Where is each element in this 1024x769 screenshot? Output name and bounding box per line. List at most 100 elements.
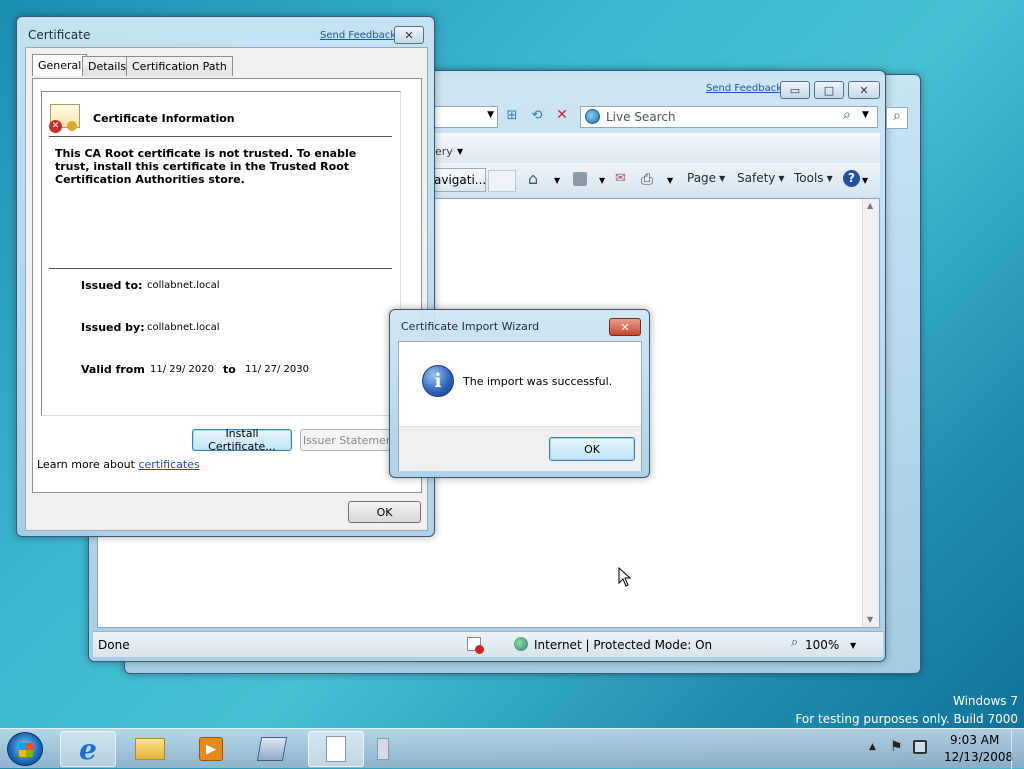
print-dropdown-icon[interactable]: ▼	[667, 176, 673, 185]
start-button[interactable]	[7, 732, 43, 766]
outer-search-icon[interactable]: ⌕	[886, 107, 908, 129]
status-bar: Done Internet | Protected Mode: On ⌕ 100…	[93, 631, 883, 657]
certificate-dialog: Certificate Send Feedback ✕ General Deta…	[16, 16, 435, 537]
cert-dialog-body: General Details Certification Path ✕ Cer…	[25, 47, 428, 531]
search-icon[interactable]: ⌕	[843, 107, 851, 123]
issued-by-label: Issued by:	[81, 321, 145, 334]
install-certificate-button[interactable]: Install Certificate...	[192, 427, 292, 453]
general-tab-panel: ✕ Certificate Information This CA Root c…	[32, 78, 422, 493]
maximize-button[interactable]: □	[814, 81, 844, 99]
status-text: Done	[98, 638, 130, 652]
certificate-dialog-title: Certificate	[28, 28, 91, 42]
taskbar-document[interactable]	[308, 731, 364, 767]
wizard-ok-button[interactable]: OK	[549, 437, 635, 461]
zoom-level[interactable]: 100%	[805, 638, 839, 652]
taskbar-windows-explorer[interactable]	[122, 731, 178, 767]
safety-menu[interactable]: Safety ▼	[737, 171, 785, 185]
tools-menu[interactable]: Tools ▼	[794, 171, 833, 185]
issuer-statement-button[interactable]: Issuer Statement	[300, 429, 400, 451]
favorites-bar	[434, 133, 880, 163]
import-success-message: The import was successful.	[463, 375, 613, 388]
media-player-icon: ▶	[199, 737, 223, 761]
browser-tab-label: avigati...	[434, 173, 487, 187]
taskbar-internet-explorer[interactable]: e	[60, 731, 116, 767]
watermark-line2: For testing purposes only. Build 7000	[795, 712, 1018, 726]
feeds-dropdown-icon[interactable]: ▼	[599, 176, 605, 185]
import-wizard-dialog: Certificate Import Wizard ✕ i The import…	[389, 309, 650, 478]
info-divider-top	[49, 136, 392, 137]
folder-icon	[135, 738, 165, 760]
valid-to-value: 11/ 27/ 2030	[245, 364, 309, 375]
gallery-dropdown-icon[interactable]: ▼	[457, 147, 463, 156]
tab-details[interactable]: Details	[82, 56, 133, 76]
internet-zone-icon	[514, 637, 528, 651]
taskbar-blank[interactable]	[369, 731, 397, 767]
feeds-icon[interactable]	[573, 172, 587, 186]
scroll-down-icon[interactable]: ▼	[867, 615, 873, 624]
home-dropdown-icon[interactable]: ▼	[554, 176, 560, 185]
network-icon[interactable]	[913, 740, 927, 754]
valid-from-value: 11/ 29/ 2020	[150, 364, 214, 375]
windows-logo-icon	[19, 743, 33, 757]
blocked-content-icon[interactable]	[467, 637, 484, 654]
browser-tab[interactable]: avigati...	[434, 168, 486, 192]
zoom-icon[interactable]: ⌕	[791, 635, 798, 650]
minimize-button[interactable]: ▭	[780, 81, 810, 99]
clock-time[interactable]: 9:03 AM	[950, 733, 999, 747]
cert-send-feedback-link[interactable]: Send Feedback	[320, 30, 396, 41]
clock-date[interactable]: 12/13/2008	[944, 750, 1013, 764]
action-center-flag-icon[interactable]: ⚑	[890, 739, 903, 755]
mail-icon[interactable]: ✉	[615, 171, 626, 186]
issued-to-label: Issued to:	[81, 279, 143, 292]
stop-icon[interactable]: ✕	[552, 107, 572, 125]
wizard-body: i The import was successful. OK	[398, 341, 642, 471]
security-zone-label[interactable]: Internet | Protected Mode: On	[534, 638, 712, 652]
address-dropdown-icon[interactable]: ▼	[487, 110, 494, 120]
certificates-link[interactable]: certificates	[138, 458, 199, 471]
gallery-partial-label[interactable]: ery	[435, 145, 453, 158]
information-icon: i	[422, 365, 454, 397]
valid-from-label: Valid from	[81, 363, 145, 376]
close-button[interactable]: ✕	[848, 81, 880, 99]
document-icon	[326, 736, 346, 762]
page-menu[interactable]: Page ▼	[687, 171, 725, 185]
blank-app-icon	[377, 738, 389, 760]
new-tab-button[interactable]	[488, 170, 516, 192]
learn-more-text: Learn more about certificates	[37, 458, 200, 471]
taskbar: e ▶ ▲ ⚑ 9:03 AM 12/13/2008	[0, 728, 1024, 769]
address-bar[interactable]: ▼	[434, 106, 498, 128]
home-icon[interactable]: ⌂	[528, 169, 538, 188]
certificate-app-icon	[256, 737, 288, 761]
taskbar-media-player[interactable]: ▶	[183, 731, 239, 767]
certificate-icon: ✕	[49, 104, 80, 133]
cert-ok-button[interactable]: OK	[348, 501, 421, 523]
valid-to-label: to	[223, 363, 236, 376]
issued-to-value: collabnet.local	[147, 280, 220, 291]
wizard-close-button[interactable]: ✕	[609, 318, 641, 336]
compatibility-icon[interactable]: ⊞	[502, 108, 522, 126]
internet-explorer-icon: e	[79, 732, 97, 766]
live-search-icon	[585, 109, 600, 124]
certificate-info-box: ✕ Certificate Information This CA Root c…	[41, 91, 401, 416]
help-icon[interactable]: ?	[843, 170, 860, 187]
cert-tabs: General Details Certification Path	[32, 54, 422, 80]
print-icon[interactable]: ⎙	[641, 170, 653, 188]
search-box[interactable]: Live Search ⌕ ▼	[580, 106, 878, 128]
info-divider-bottom	[49, 268, 392, 269]
zoom-dropdown-icon[interactable]: ▼	[850, 641, 856, 650]
tab-certification-path[interactable]: Certification Path	[126, 56, 233, 76]
help-dropdown-icon[interactable]: ▼	[862, 176, 868, 185]
search-options-icon[interactable]: ▼	[862, 110, 869, 120]
import-wizard-title: Certificate Import Wizard	[401, 320, 540, 333]
ie-send-feedback-link[interactable]: Send Feedback	[706, 83, 782, 94]
show-desktop-button[interactable]	[1011, 729, 1024, 769]
taskbar-certificate-app[interactable]	[244, 731, 300, 767]
refresh-icon[interactable]: ⟲	[527, 108, 547, 126]
scroll-up-icon[interactable]: ▲	[867, 201, 873, 210]
cert-close-button[interactable]: ✕	[394, 26, 424, 44]
vertical-scrollbar[interactable]: ▲ ▼	[862, 199, 879, 627]
issued-by-value: collabnet.local	[147, 322, 220, 333]
mouse-cursor	[618, 567, 632, 587]
show-hidden-icons[interactable]: ▲	[869, 742, 876, 752]
tab-general[interactable]: General	[32, 54, 88, 76]
